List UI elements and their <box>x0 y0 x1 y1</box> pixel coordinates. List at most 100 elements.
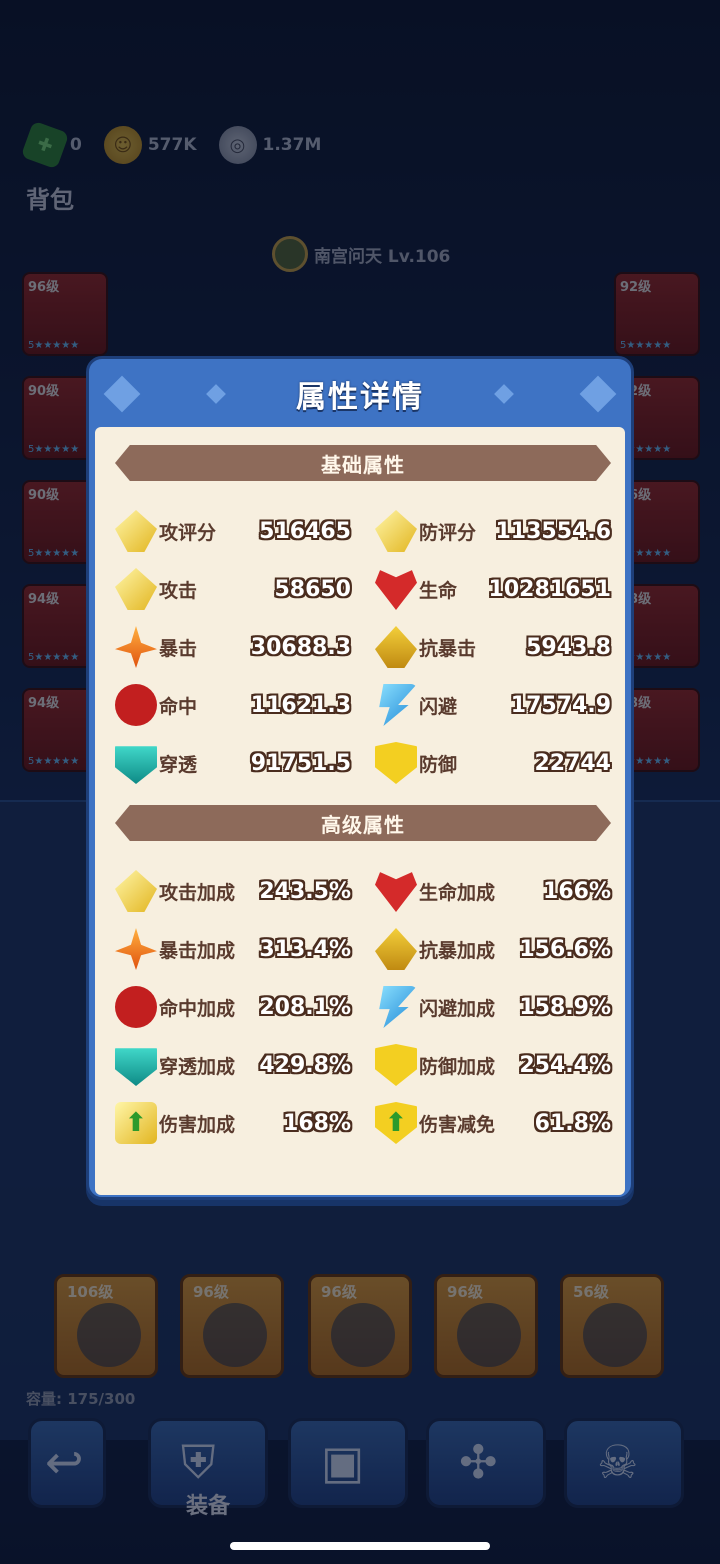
equip-level: 90级 <box>28 384 60 399</box>
hero-badge-icon <box>272 236 308 272</box>
dodge-icon <box>379 684 417 726</box>
item-level: 96级 <box>447 1283 483 1301</box>
stat-label: 生命加成 <box>419 881 496 904</box>
stat-label: 暴击 <box>159 637 198 660</box>
inventory-item[interactable]: 96级 <box>308 1274 412 1378</box>
currency-silver: ◎ 1.37M <box>218 126 322 164</box>
stat-value: 158.9% <box>519 994 611 1020</box>
stat-defense: 防御 22744 <box>375 741 611 785</box>
stat-value: 313.4% <box>259 936 351 962</box>
anti-crit-icon <box>375 626 417 668</box>
stat-value: 30688.3 <box>250 634 351 660</box>
stat-defense-bonus: 防御加成 254.4% <box>375 1043 611 1087</box>
currency-value: 0 <box>70 135 82 155</box>
stat-value: 11621.3 <box>250 692 351 718</box>
stat-label: 生命 <box>419 579 458 602</box>
weapon-icon <box>77 1303 141 1367</box>
penetration-icon <box>115 746 157 784</box>
defense-rating-icon <box>375 510 417 552</box>
equip-stars: 5★★★★★ <box>28 756 80 767</box>
hero-name: 南宫问天 Lv.106 <box>314 246 451 267</box>
stat-value: 113554.6 <box>495 518 611 544</box>
anti-crit-bonus-icon <box>375 928 417 970</box>
weapon-icon <box>331 1303 395 1367</box>
inventory-item[interactable]: 106级 <box>54 1274 158 1378</box>
stat-value: 168% <box>283 1110 351 1136</box>
equip-slot-left-1[interactable]: 96级 5★★★★★ <box>22 272 108 356</box>
stat-label: 伤害减免 <box>419 1113 496 1136</box>
modal-title: 属性详情 <box>296 380 424 415</box>
stat-label: 抗暴击 <box>419 637 477 660</box>
stat-label: 穿透 <box>159 753 198 776</box>
hero-nameplate: 南宫问天 Lv.106 <box>272 236 450 272</box>
bottom-nav: ↩ ⛨ ▣ ✣ ☠ <box>0 1410 720 1520</box>
stat-attack-rating: 攻评分 516465 <box>115 509 351 553</box>
stat-penetration-bonus: 穿透加成 429.8% <box>115 1043 351 1087</box>
stat-value: 243.5% <box>259 878 351 904</box>
nav-chest[interactable]: ▣ <box>288 1418 408 1508</box>
equip-level: 94级 <box>28 696 60 711</box>
currency-value: 1.37M <box>262 135 322 155</box>
inventory-item[interactable]: 96级 <box>434 1274 538 1378</box>
binoculars-icon <box>583 1303 647 1367</box>
back-button[interactable]: ↩ <box>28 1418 106 1508</box>
chest-icon: ▣ <box>321 1435 365 1489</box>
crit-icon <box>115 626 157 668</box>
inventory-item[interactable]: 56级 <box>560 1274 664 1378</box>
stat-penetration: 穿透 91751.5 <box>115 741 351 785</box>
stat-label: 命中 <box>159 695 198 718</box>
currency-value: 577K <box>147 135 197 155</box>
nav-mask[interactable]: ☠ <box>564 1418 684 1508</box>
nav-equipment-label: 装备 <box>186 1494 231 1519</box>
stat-label: 防御 <box>419 753 458 776</box>
currency-gem: ✚ 0 <box>20 120 82 170</box>
modal-header: 属性详情 <box>89 359 631 429</box>
diamond-ornament-icon <box>206 384 226 404</box>
hit-bonus-icon <box>115 986 157 1028</box>
stat-value: 254.4% <box>519 1052 611 1078</box>
attack-icon <box>115 568 157 610</box>
stat-label: 攻击加成 <box>159 881 236 904</box>
stat-damage-reduction: ⬆ 伤害减免 61.8% <box>375 1101 611 1145</box>
home-indicator[interactable] <box>230 1542 490 1550</box>
stat-value: 166% <box>543 878 611 904</box>
gem-plus-icon[interactable]: ✚ <box>20 120 70 170</box>
equip-level: 92级 <box>620 280 652 295</box>
diamond-ornament-icon <box>579 375 617 413</box>
stat-value: 5943.8 <box>526 634 611 660</box>
currency-gold: ☺ 577K <box>103 126 197 164</box>
stat-label: 闪避 <box>419 695 458 718</box>
equip-stars: 5★★★★★ <box>28 340 80 351</box>
inventory-item[interactable]: 96级 <box>180 1274 284 1378</box>
stat-label: 命中加成 <box>159 997 236 1020</box>
attack-rating-icon <box>115 510 157 552</box>
stat-value: 208.1% <box>259 994 351 1020</box>
stat-label: 伤害加成 <box>159 1113 236 1136</box>
equip-stars: 5★★★★★ <box>28 444 80 455</box>
stat-label: 防御加成 <box>419 1055 496 1078</box>
puzzle-icon: ✣ <box>459 1435 498 1489</box>
currency-bar: ✚ 0 ☺ 577K ◎ 1.37M <box>20 120 322 170</box>
weapon-icon <box>203 1303 267 1367</box>
attack-bonus-icon <box>115 870 157 912</box>
equip-stars: 5★★★★★ <box>28 652 80 663</box>
equip-slot-right-1[interactable]: 92级 5★★★★★ <box>614 272 700 356</box>
stat-value: 22744 <box>534 750 611 776</box>
crit-bonus-icon <box>115 928 157 970</box>
section-title: 基础属性 <box>321 452 405 477</box>
silver-coin-icon: ◎ <box>218 126 257 164</box>
stat-anti-crit: 抗暴击 5943.8 <box>375 625 611 669</box>
nav-puzzle[interactable]: ✣ <box>426 1418 546 1508</box>
stat-crit-bonus: 暴击加成 313.4% <box>115 927 351 971</box>
stat-anti-crit-bonus: 抗暴加成 156.6% <box>375 927 611 971</box>
diamond-ornament-icon <box>103 375 141 413</box>
stat-hit: 命中 11621.3 <box>115 683 351 727</box>
stat-hp-bonus: 生命加成 166% <box>375 869 611 913</box>
defense-bonus-icon <box>375 1044 417 1086</box>
modal-body: 基础属性 攻评分 516465 防评分 113554.6 攻击 58650 生命 102… <box>95 427 625 1195</box>
equip-stars: 5★★★★★ <box>620 340 672 351</box>
item-level: 106级 <box>67 1283 114 1301</box>
stat-label: 攻击 <box>159 579 198 602</box>
back-arrow-icon: ↩ <box>45 1435 84 1489</box>
stat-value: 516465 <box>259 518 351 544</box>
